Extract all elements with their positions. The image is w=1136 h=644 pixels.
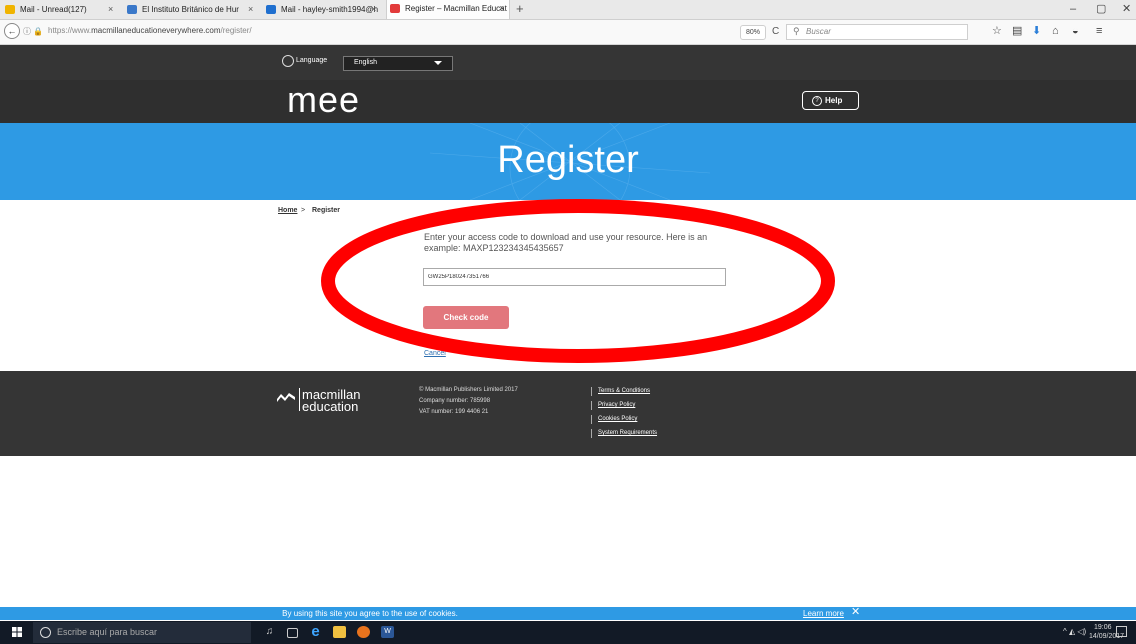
cookies-policy-link[interactable]: Cookies Policy <box>598 416 637 422</box>
close-icon[interactable]: ✕ <box>851 606 860 619</box>
close-window-button[interactable]: ✕ <box>1122 1 1131 17</box>
taskbar-search-placeholder: Escribe aquí para buscar <box>57 627 158 637</box>
mail-icon <box>5 5 15 14</box>
language-value: English <box>354 59 377 66</box>
tab-instituto-britanico[interactable]: El Instituto Británico de Hur × <box>124 1 259 18</box>
menu-icon[interactable]: ≡ <box>1096 24 1102 38</box>
site-footer <box>0 371 1136 456</box>
notification-icon[interactable] <box>1116 626 1127 637</box>
breadcrumb-home-link[interactable]: Home <box>278 207 297 214</box>
tab-close-icon[interactable]: × <box>499 0 504 17</box>
language-label: Language <box>296 57 328 64</box>
vat-number: VAT number: 199 4406 21 <box>419 409 489 415</box>
tab-close-icon[interactable]: × <box>371 1 376 18</box>
downloads-icon[interactable]: ⬇ <box>1032 24 1041 38</box>
tab-close-icon[interactable]: × <box>248 1 253 18</box>
edge-icon[interactable]: e <box>309 624 322 639</box>
copyright-text: © Macmillan Publishers Limited 2017 <box>419 387 518 393</box>
link-divider <box>591 401 592 410</box>
macmillan-logo-icon <box>277 393 295 402</box>
minimize-button[interactable]: – <box>1070 1 1076 17</box>
system-requirements-link[interactable]: System Requirements <box>598 430 657 436</box>
red-annotation-ellipse <box>321 199 835 363</box>
lock-icon[interactable]: ⓘ 🔒 <box>23 26 43 37</box>
reload-button[interactable]: C <box>772 25 779 38</box>
search-icon: ⚲ <box>793 26 800 36</box>
home-icon[interactable]: ⌂ <box>1052 24 1059 38</box>
file-explorer-icon[interactable] <box>333 626 346 638</box>
breadcrumb-separator: > <box>301 207 306 214</box>
maximize-button[interactable]: ▢ <box>1096 1 1106 17</box>
url-bar[interactable]: https://www.macmillaneducationeverywhere… <box>48 26 252 35</box>
cortana-icon <box>40 627 51 638</box>
tab-mail-hayley[interactable]: Mail - hayley-smith1994@h × <box>263 1 383 18</box>
new-tab-button[interactable]: + <box>516 1 524 17</box>
microphone-icon[interactable]: ♫ <box>263 626 276 638</box>
help-icon: ? <box>812 96 822 106</box>
tab-close-icon[interactable]: × <box>108 1 113 18</box>
firefox-icon[interactable] <box>357 626 370 638</box>
privacy-policy-link[interactable]: Privacy Policy <box>598 402 635 408</box>
company-number: Company number: 785998 <box>419 398 491 404</box>
system-tray-icons[interactable]: ^ ◭ ◁) <box>1063 627 1086 636</box>
chevron-down-icon <box>434 61 442 65</box>
link-divider <box>591 387 592 396</box>
outlook-icon <box>266 5 276 14</box>
brand-name-line2: education <box>302 399 359 414</box>
task-view-icon[interactable] <box>287 628 298 638</box>
macmillan-favicon-icon <box>390 4 400 13</box>
logo-divider <box>299 388 300 411</box>
mee-logo[interactable]: mee <box>287 80 360 120</box>
site-icon <box>127 5 137 14</box>
page-title: Register <box>497 139 639 181</box>
logo-bar <box>0 80 1136 123</box>
tab-mail-unread[interactable]: Mail - Unread(127) × <box>2 1 120 18</box>
help-button-label: Help <box>825 96 843 105</box>
windows-start-icon[interactable] <box>12 627 22 637</box>
word-icon[interactable]: W <box>381 626 394 638</box>
library-icon[interactable]: ▤ <box>1012 24 1022 38</box>
cookie-notice-text: By using this site you agree to the use … <box>282 609 458 618</box>
learn-more-link[interactable]: Learn more <box>803 608 844 619</box>
browser-search-placeholder: Buscar <box>806 27 831 36</box>
back-button[interactable]: ← <box>4 23 20 39</box>
clock-time[interactable]: 19:06 <box>1094 624 1112 631</box>
zoom-level[interactable]: 80% <box>740 25 766 40</box>
globe-icon <box>282 55 294 67</box>
bookmark-star-icon[interactable]: ☆ <box>992 24 1002 38</box>
link-divider <box>591 429 592 438</box>
link-divider <box>591 415 592 424</box>
terms-link[interactable]: Terms & Conditions <box>598 388 650 394</box>
pocket-icon[interactable]: ◒ <box>1072 24 1079 38</box>
tab-register-macmillan[interactable]: Register – Macmillan Educat × <box>386 0 510 19</box>
language-bar <box>0 45 1136 80</box>
